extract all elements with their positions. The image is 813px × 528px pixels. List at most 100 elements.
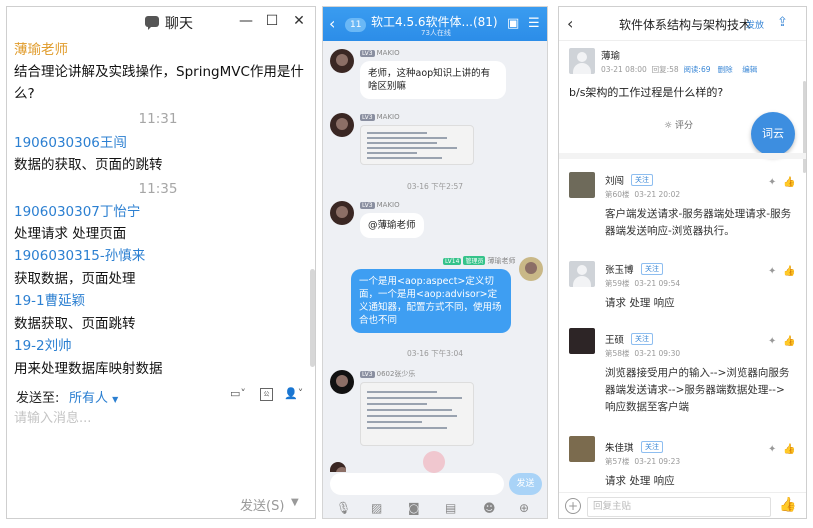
microphone-icon[interactable]: 🎙 bbox=[336, 501, 351, 515]
rate-button[interactable]: ☼ 评分 bbox=[664, 118, 693, 131]
avatar[interactable] bbox=[569, 48, 595, 74]
caret-down-icon: ▼ bbox=[112, 395, 119, 404]
edit-link[interactable]: 编辑 bbox=[742, 65, 757, 74]
plus-icon[interactable]: + bbox=[565, 498, 581, 514]
reply-author: 刘闯 bbox=[605, 176, 625, 187]
avatar[interactable] bbox=[330, 370, 354, 394]
reply-actions: ✦ 👍 bbox=[768, 266, 803, 277]
emoji-icon[interactable]: ☻ bbox=[483, 501, 496, 515]
reply-actions: ✦ 👍 bbox=[768, 336, 803, 347]
sender-name: 薄瑜老师 bbox=[14, 42, 68, 58]
message-text: 么? bbox=[14, 86, 35, 102]
chat-scrollbar[interactable] bbox=[310, 269, 315, 367]
forum-scrollbar[interactable] bbox=[803, 81, 806, 173]
screenshot-image[interactable] bbox=[360, 125, 474, 165]
menu-icon[interactable]: ☰ bbox=[528, 16, 540, 31]
sender-tag: LV3 MAKIO bbox=[360, 201, 400, 209]
recipient-select[interactable]: 所有人 ▼ bbox=[69, 387, 118, 406]
sender-tag: LV14 管理员 薄瑜老师 bbox=[443, 256, 516, 265]
message-text: 数据的获取、页面的跳转 bbox=[14, 157, 163, 173]
camera-icon[interactable]: ◙ bbox=[408, 501, 420, 515]
delete-link[interactable]: 删除 bbox=[718, 65, 733, 74]
sticker-image[interactable] bbox=[423, 451, 445, 473]
sender-name: 19-1曹延颖 bbox=[14, 293, 86, 309]
avatar[interactable] bbox=[569, 261, 595, 287]
sender-name: 1906030307丁怡宁 bbox=[14, 204, 141, 220]
divider bbox=[559, 153, 806, 159]
avatar[interactable] bbox=[519, 257, 543, 281]
avatar[interactable] bbox=[330, 49, 354, 73]
reward-icon[interactable]: ✦ bbox=[768, 266, 776, 277]
reply-author: 张玉博 bbox=[605, 265, 634, 276]
reply-actions: ✦ 👍 bbox=[768, 177, 803, 188]
avatar[interactable] bbox=[569, 436, 595, 462]
reply-author: 朱佳琪 bbox=[605, 443, 634, 454]
chat-titlebar: 聊天 — ☐ ✕ bbox=[7, 7, 315, 37]
like-icon[interactable]: 👍 bbox=[783, 177, 795, 188]
send-button[interactable]: 发送(S) bbox=[240, 495, 284, 514]
close-button[interactable]: ✕ bbox=[290, 12, 308, 30]
back-icon[interactable]: ‹ bbox=[329, 14, 335, 33]
online-count: 73人在线 bbox=[421, 29, 451, 37]
post-question: b/s架构的工作过程是什么样的? bbox=[569, 86, 724, 99]
follow-button[interactable]: 关注 bbox=[641, 263, 663, 275]
word-cloud-button[interactable]: 词云 bbox=[751, 112, 795, 156]
avatar[interactable] bbox=[569, 328, 595, 354]
like-icon[interactable]: 👍 bbox=[779, 497, 796, 513]
sender-name: 1906030306王闯 bbox=[14, 135, 127, 151]
group-header: ‹ 11 软工4.5.6软件体...(81) 73人在线 ▣ ☰ bbox=[323, 7, 547, 41]
forum-title: 软件体系结构与架构技术 bbox=[619, 18, 752, 32]
follow-button[interactable]: 关注 bbox=[631, 174, 653, 186]
reply-input[interactable]: 回复主贴 bbox=[587, 497, 771, 517]
avatar[interactable] bbox=[330, 462, 346, 472]
reward-icon[interactable]: ✦ bbox=[768, 177, 776, 188]
follow-button[interactable]: 关注 bbox=[641, 441, 663, 453]
message-bubble[interactable]: @薄瑜老师 bbox=[360, 213, 424, 238]
follow-button[interactable]: 关注 bbox=[631, 333, 653, 345]
reply-meta: 第59楼 03-21 09:54 bbox=[605, 279, 681, 288]
reply-bar: + 回复主贴 👍 bbox=[559, 492, 806, 518]
avatar[interactable] bbox=[330, 201, 354, 225]
message-input[interactable]: 请输入消息... bbox=[14, 407, 91, 426]
maximize-button[interactable]: ☐ bbox=[263, 12, 281, 30]
like-icon[interactable]: 👍 bbox=[783, 444, 795, 455]
message-text: 用来处理数据库映射数据 bbox=[14, 361, 163, 377]
post-meta: 03-21 08:00 回复:58 阅读:69 删除 编辑 bbox=[601, 65, 758, 74]
sender-tag: LV3 0602张少乐 bbox=[360, 370, 416, 378]
back-icon[interactable]: ‹ bbox=[567, 14, 573, 33]
message-timestamp: 11:31 bbox=[138, 111, 178, 127]
send-to-label: 发送至: bbox=[16, 391, 60, 406]
message-text: 数据获取、页面跳转 bbox=[14, 316, 136, 332]
reply-meta: 第60楼 03-21 20:02 bbox=[605, 190, 681, 199]
share-icon[interactable]: ⇪ bbox=[777, 15, 788, 30]
image-icon[interactable]: ▨ bbox=[371, 501, 382, 515]
reply-text: 浏览器接受用户的输入-->浏览器向服务器端发送请求-->服务器端数据处理-->响… bbox=[605, 367, 790, 413]
chat-bubble-icon bbox=[145, 16, 159, 30]
avatar[interactable] bbox=[330, 113, 354, 137]
like-icon[interactable]: 👍 bbox=[783, 266, 795, 277]
user-icon[interactable]: 👤˅ bbox=[284, 387, 303, 403]
red-packet-icon[interactable]: ▤ bbox=[445, 501, 456, 515]
avatar[interactable] bbox=[569, 172, 595, 198]
send-button[interactable]: 发送 bbox=[509, 473, 542, 495]
minimize-button[interactable]: — bbox=[237, 12, 255, 30]
screenshot-image[interactable] bbox=[360, 382, 474, 446]
calendar-check-icon[interactable]: ▣ bbox=[507, 16, 519, 31]
message-timestamp: 03-16 下午2:57 bbox=[406, 182, 464, 191]
message-input[interactable] bbox=[330, 473, 504, 495]
plus-icon[interactable]: ⊕ bbox=[519, 501, 529, 515]
reply-meta: 第57楼 03-21 09:23 bbox=[605, 457, 681, 466]
reward-icon[interactable]: ✦ bbox=[768, 444, 776, 455]
message-bubble[interactable]: 一个是用<aop:aspect>定义切面，一个是用<aop:advisor>定义… bbox=[351, 269, 511, 333]
sender-name: 1906030315-孙慎来 bbox=[14, 248, 146, 264]
reward-icon[interactable]: ✦ bbox=[768, 336, 776, 347]
message-text: 处理请求 处理页面 bbox=[14, 226, 127, 242]
forum-phone: ‹ 软件体系结构与架构技术 发放 ⇪ 薄瑜 03-21 08:00 回复:58 … bbox=[558, 6, 807, 519]
like-icon[interactable]: 👍 bbox=[783, 336, 795, 347]
message-bubble[interactable]: 老师，这种aop知识上讲的有啥区别嘛 bbox=[360, 61, 506, 99]
folder-icon[interactable]: ▭˅ bbox=[230, 387, 246, 403]
chat-compose-bar: 发送至: 所有人 ▼ ▭˅ 公 👤˅ bbox=[7, 383, 315, 409]
reply-actions: ✦ 👍 bbox=[768, 444, 803, 455]
send-options-icon[interactable]: ▼ bbox=[291, 497, 299, 508]
announcement-icon[interactable]: 公 bbox=[260, 388, 273, 401]
